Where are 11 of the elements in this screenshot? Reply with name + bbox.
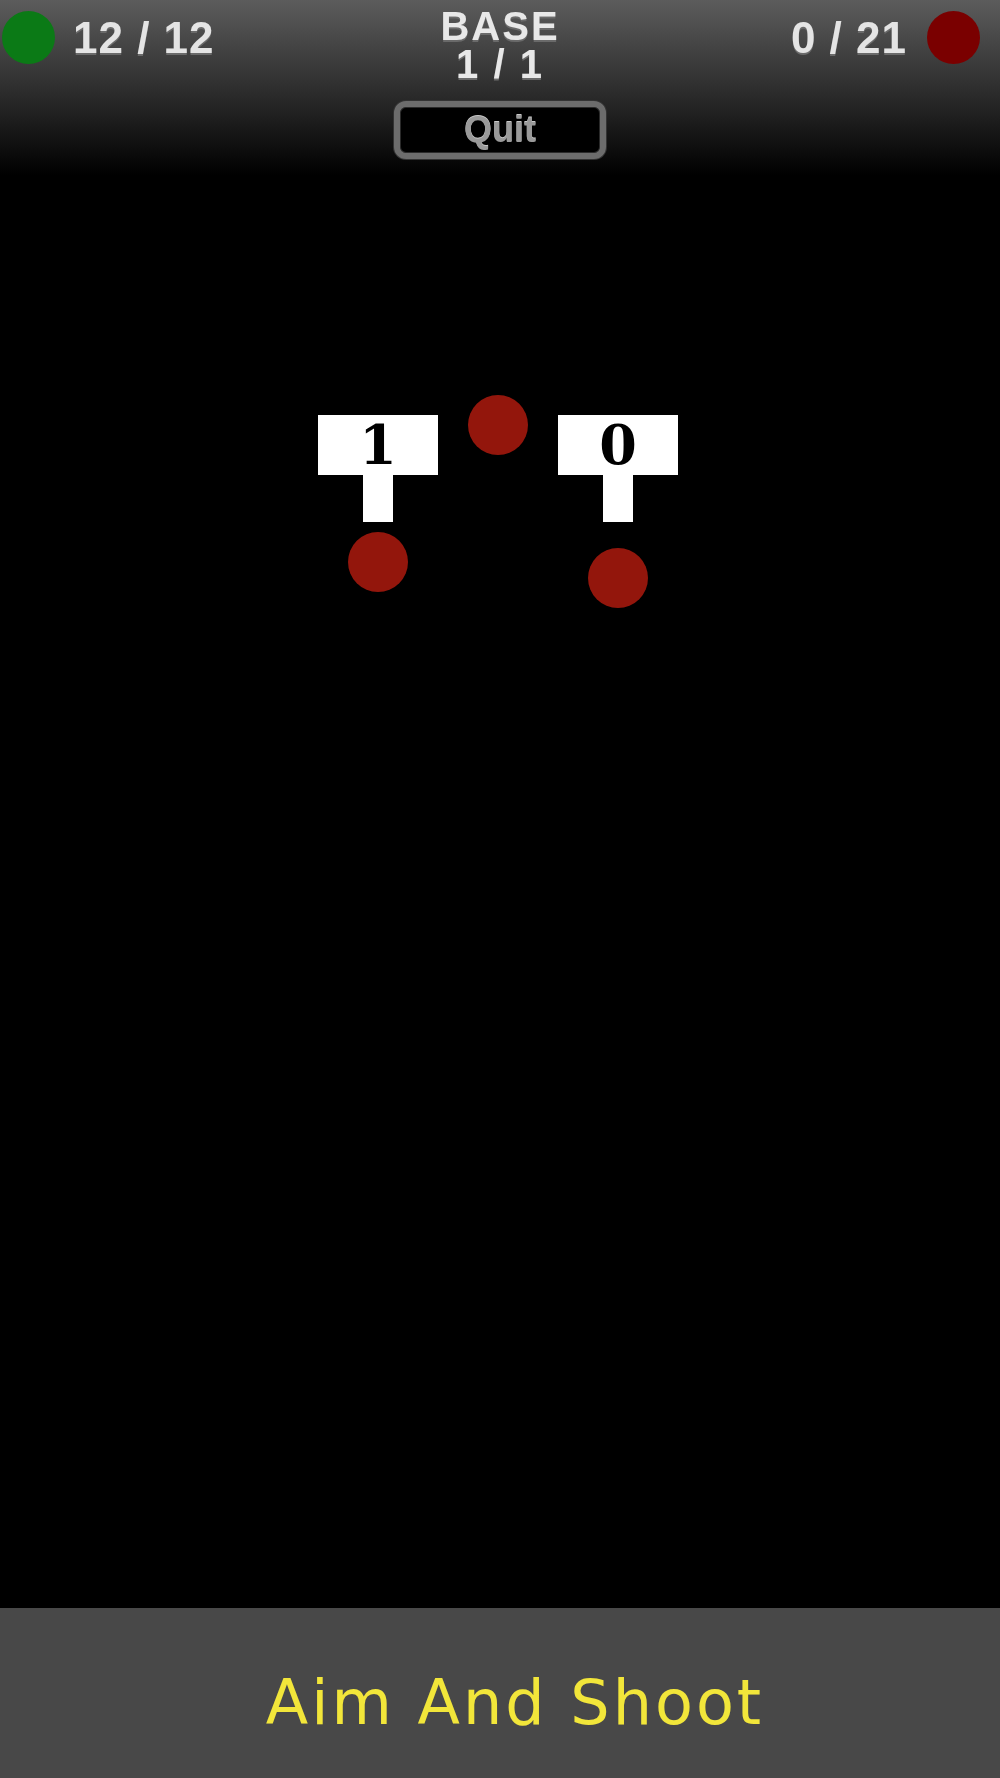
- mode-title: BASE: [440, 7, 560, 45]
- ball-icon: [348, 532, 408, 592]
- ball-icon: [468, 395, 528, 455]
- wave-counter: 1 / 1: [456, 45, 544, 83]
- ball-icon: [588, 548, 648, 608]
- tower-label: 1: [359, 418, 397, 472]
- enemy-count: 0 / 21: [790, 15, 907, 60]
- tower-label: 0: [599, 418, 637, 472]
- quit-button[interactable]: Quit: [394, 101, 606, 159]
- player-count: 12 / 12: [73, 15, 215, 60]
- instruction-text: Aim And Shoot: [265, 1672, 765, 1734]
